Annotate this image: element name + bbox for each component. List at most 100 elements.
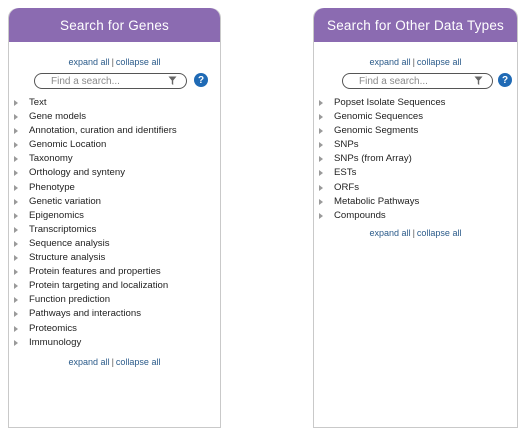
expand-arrow-icon[interactable] [14,283,18,290]
expand-arrow-icon[interactable] [14,311,18,318]
genes-search-panel: Search for Genes expand all | collapse all… [8,8,221,428]
expand-arrow-icon[interactable] [319,128,323,135]
category-label: Genomic Sequences [334,111,424,123]
expand-arrow-icon[interactable] [14,170,18,177]
category-item[interactable]: ORFs [314,181,517,195]
genes-search-row: ? [9,73,220,91]
category-item[interactable]: Phenotype [9,181,220,195]
other-collapse-all-link[interactable]: collapse all [417,57,462,67]
category-label: ESTs [334,167,357,179]
genes-expand-collapse-bottom: expand all | collapse all [9,356,220,368]
category-label: Genetic variation [29,195,101,207]
category-item[interactable]: Function prediction [9,293,220,307]
category-item[interactable]: Metabolic Pathways [314,195,517,209]
category-item[interactable]: Gene models [9,110,220,124]
expand-arrow-icon[interactable] [14,100,18,106]
expand-arrow-icon[interactable] [14,142,18,149]
filter-icon[interactable] [168,76,177,86]
category-label: Genomic Location [29,139,107,151]
category-label: SNPs (from Array) [334,153,412,165]
expand-arrow-icon[interactable] [14,128,18,135]
category-label: Popset Isolate Sequences [334,97,446,108]
expand-arrow-icon[interactable] [14,269,18,276]
expand-arrow-icon[interactable] [14,226,18,233]
genes-panel-title: Search for Genes [9,8,220,42]
category-item[interactable]: Orthology and synteny [9,166,220,180]
other-collapse-all-link[interactable]: collapse all [417,228,462,238]
category-label: Protein features and properties [29,266,161,278]
category-item[interactable]: Protein features and properties [9,265,220,279]
expand-arrow-icon[interactable] [319,156,323,163]
category-label: Protein targeting and localization [29,280,169,292]
expand-arrow-icon[interactable] [14,198,18,205]
other-panel-title: Search for Other Data Types [314,8,517,42]
category-label: Proteomics [29,322,77,334]
genes-search-input[interactable] [51,75,146,87]
expand-arrow-icon[interactable] [14,325,18,332]
expand-arrow-icon[interactable] [14,339,18,346]
category-label: Sequence analysis [29,237,110,249]
category-label: Gene models [29,111,87,123]
other-expand-all-link[interactable]: expand all [370,228,411,238]
category-item[interactable]: SNPs [314,138,517,152]
filter-icon[interactable] [474,76,483,86]
category-label: Text [29,97,47,108]
expand-arrow-icon[interactable] [14,156,18,163]
category-item[interactable]: Genetic variation [9,195,220,209]
other-search-input[interactable] [359,75,454,87]
category-item[interactable]: Genomic Sequences [314,110,517,124]
category-label: Function prediction [29,294,111,306]
other-data-search-panel: Search for Other Data Types expand all | c… [313,8,518,428]
expand-arrow-icon[interactable] [319,170,323,177]
category-item[interactable]: Immunology [9,336,220,350]
help-icon[interactable]: ? [498,73,512,87]
category-label: Phenotype [29,181,75,193]
genes-collapse-all-link[interactable]: collapse all [116,57,161,67]
category-item[interactable]: SNPs (from Array) [314,152,517,166]
genes-collapse-all-link[interactable]: collapse all [116,357,161,367]
category-item[interactable]: Annotation, curation and identifiers [9,124,220,138]
expand-arrow-icon[interactable] [319,184,323,191]
other-search-box [342,73,493,89]
expand-arrow-icon[interactable] [14,240,18,247]
category-item[interactable]: Popset Isolate Sequences [314,96,517,110]
genes-expand-all-link[interactable]: expand all [69,357,110,367]
genes-expand-all-link[interactable]: expand all [69,57,110,67]
category-item[interactable]: Epigenomics [9,209,220,223]
category-item[interactable]: Sequence analysis [9,237,220,251]
expand-arrow-icon[interactable] [14,114,18,121]
expand-arrow-icon[interactable] [319,198,323,205]
category-item[interactable]: Proteomics [9,322,220,336]
category-label: Orthology and synteny [29,167,125,179]
other-expand-collapse-bottom: expand all | collapse all [314,227,517,239]
expand-arrow-icon[interactable] [319,100,323,106]
category-item[interactable]: Taxonomy [9,152,220,166]
expand-arrow-icon[interactable] [14,297,18,304]
other-expand-all-link[interactable]: expand all [370,57,411,67]
other-search-row: ? [314,73,517,91]
expand-arrow-icon[interactable] [319,114,323,121]
category-label: Immunology [29,336,82,348]
expand-arrow-icon[interactable] [14,184,18,191]
expand-arrow-icon[interactable] [319,212,323,219]
expand-arrow-icon[interactable] [319,142,323,149]
category-label: Transcriptomics [29,223,97,235]
category-item[interactable]: Protein targeting and localization [9,279,220,293]
category-item[interactable]: Text [9,96,220,110]
help-icon[interactable]: ? [194,73,208,87]
category-label: Metabolic Pathways [334,195,420,207]
category-item[interactable]: Compounds [314,209,517,223]
other-expand-collapse-top: expand all | collapse all [314,56,517,68]
category-label: Structure analysis [29,252,106,264]
category-label: Taxonomy [29,153,73,165]
genes-search-box [34,73,187,89]
category-item[interactable]: ESTs [314,166,517,180]
category-label: Genomic Segments [334,125,419,137]
category-item[interactable]: Transcriptomics [9,223,220,237]
category-item[interactable]: Genomic Segments [314,124,517,138]
category-item[interactable]: Structure analysis [9,251,220,265]
category-item[interactable]: Pathways and interactions [9,307,220,321]
expand-arrow-icon[interactable] [14,212,18,219]
expand-arrow-icon[interactable] [14,255,18,262]
category-item[interactable]: Genomic Location [9,138,220,152]
